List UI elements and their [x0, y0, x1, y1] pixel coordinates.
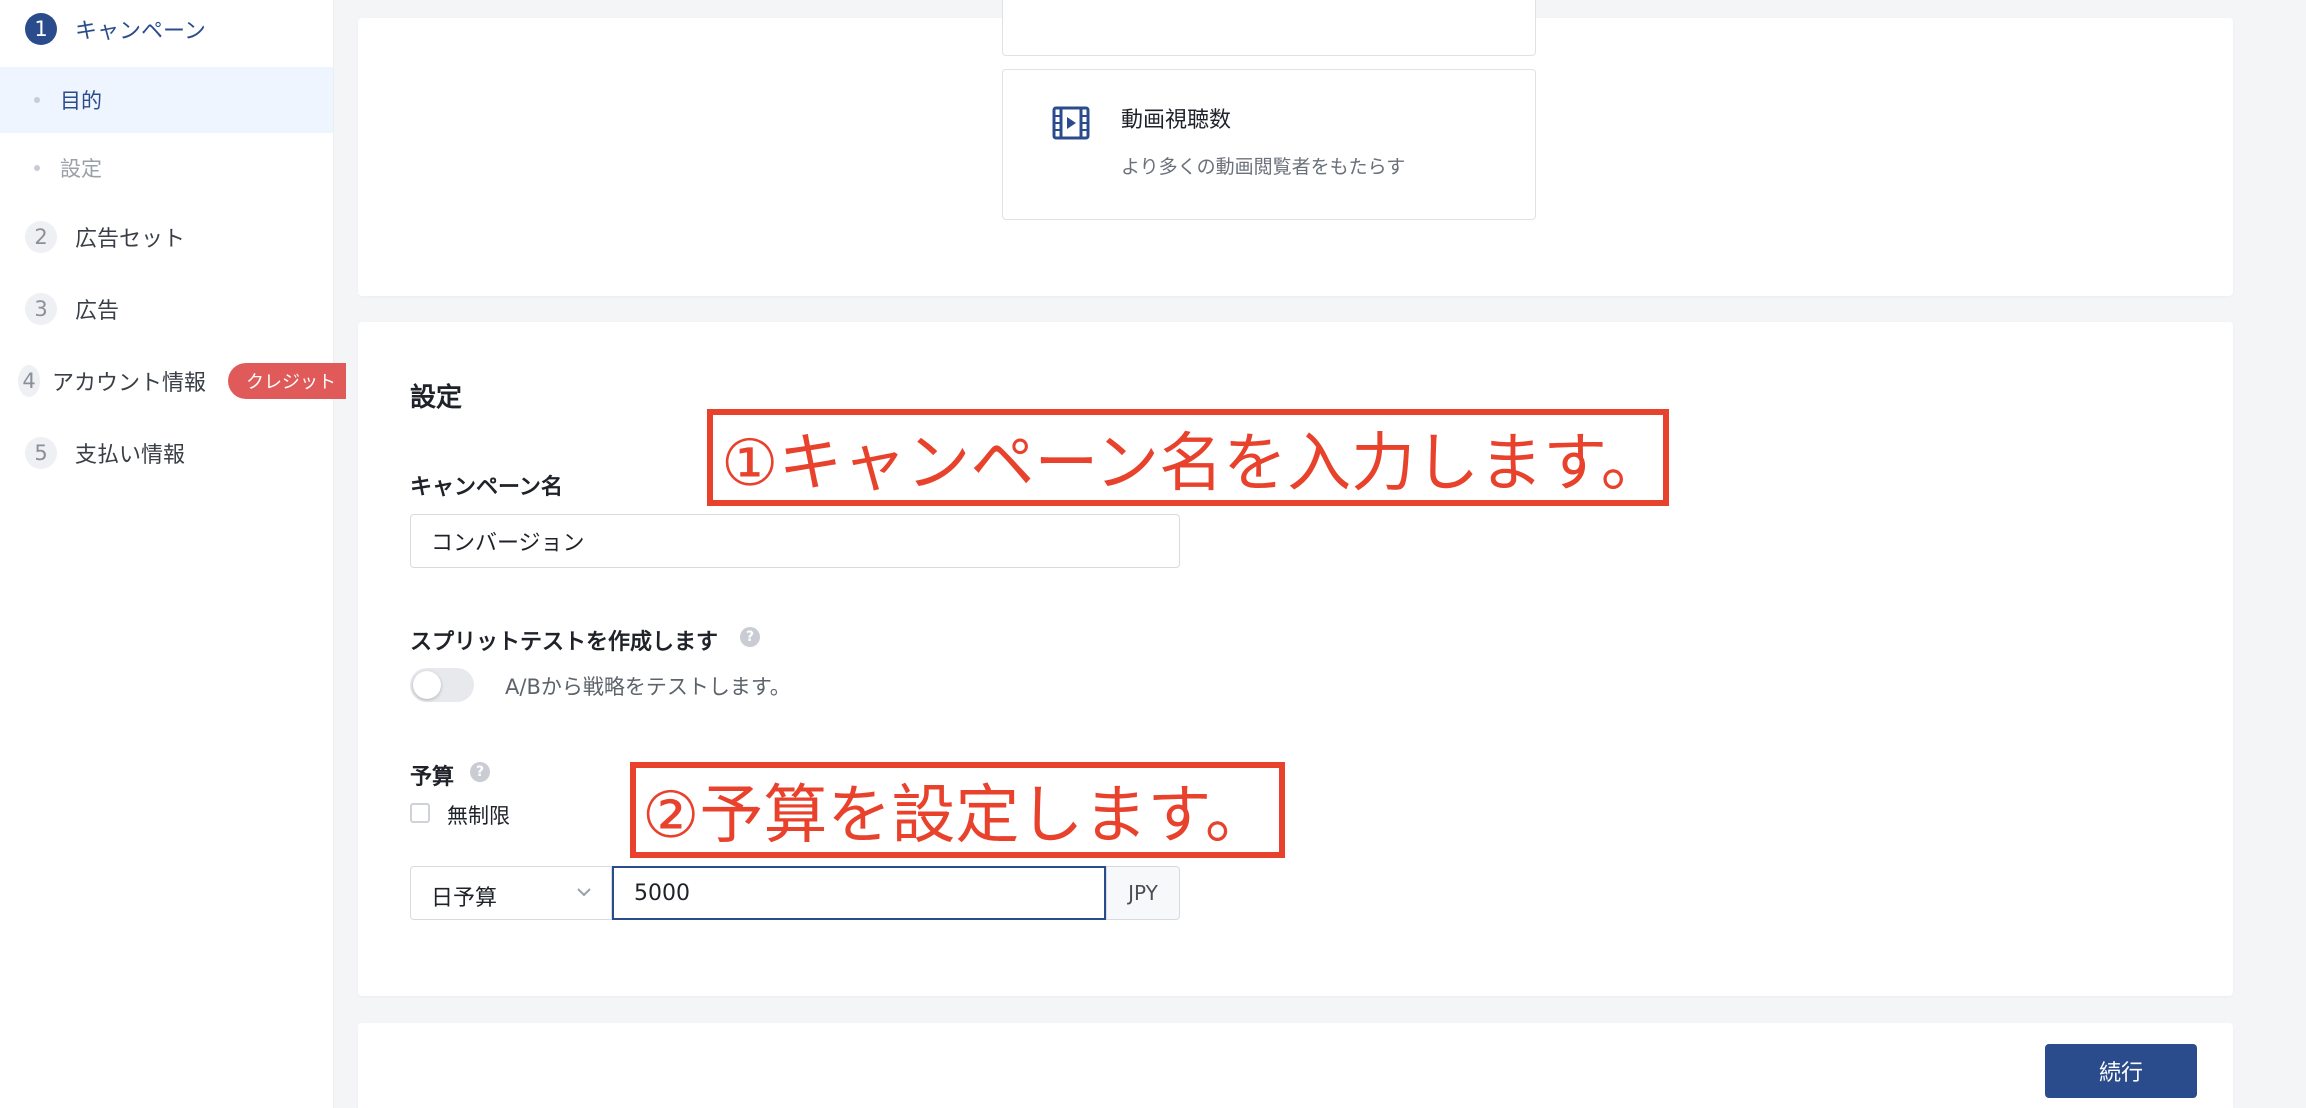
option-title: 動画視聴数 — [1121, 108, 1232, 133]
help-icon[interactable]: ? — [740, 627, 760, 647]
footer-card — [358, 1023, 2233, 1108]
video-icon — [1052, 104, 1090, 142]
option-description: より多くの動画閲覧者をもたらす — [1121, 156, 1406, 178]
unlimited-label: 無制限 — [447, 804, 510, 828]
sidebar: 1 キャンペーン 目的 設定 2 広告セット 3 広告 4 アカウント情報 クレ… — [0, 0, 346, 1108]
section-title: 設定 — [410, 383, 463, 413]
annotation-step1: ①キャンペーン名を入力します。 — [707, 409, 1669, 506]
objective-option-video-views[interactable]: 動画視聴数 より多くの動画閲覧者をもたらす — [1002, 69, 1536, 220]
budget-type-select[interactable]: 日予算 — [410, 866, 612, 920]
step-label: 支払い情報 — [75, 443, 186, 468]
sidebar-item-label: 目的 — [60, 89, 102, 113]
step-account-info[interactable]: 4 アカウント情報 — [18, 365, 206, 397]
step-ad-set[interactable]: 2 広告セット — [25, 221, 185, 253]
step-campaign[interactable]: 1 キャンペーン — [25, 13, 206, 45]
sidebar-item-objective[interactable]: 目的 — [0, 67, 333, 133]
step-number: 4 — [18, 365, 40, 397]
toggle-knob — [413, 671, 441, 699]
step-label: 広告セット — [75, 227, 186, 252]
campaign-name-label: キャンペーン名 — [410, 475, 563, 500]
step-number: 2 — [25, 221, 57, 253]
chevron-down-icon — [575, 883, 593, 905]
continue-button[interactable]: 続行 — [2045, 1044, 2197, 1098]
credit-badge: クレジット — [228, 363, 346, 399]
step-number: 3 — [25, 293, 57, 325]
step-label: アカウント情報 — [52, 371, 207, 396]
budget-amount-input[interactable] — [612, 866, 1106, 920]
step-label: 広告 — [75, 299, 120, 324]
split-test-description: A/Bから戦略をテストします。 — [505, 675, 791, 699]
objective-option-partial[interactable] — [1002, 0, 1536, 56]
step-ad[interactable]: 3 広告 — [25, 293, 119, 325]
step-payment-info[interactable]: 5 支払い情報 — [25, 437, 185, 469]
campaign-name-input[interactable] — [410, 514, 1180, 568]
help-icon[interactable]: ? — [470, 762, 490, 782]
budget-label: 予算 — [410, 765, 455, 790]
currency-addon: JPY — [1106, 866, 1180, 920]
step-label: キャンペーン — [75, 19, 206, 44]
budget-type-value: 日予算 — [431, 886, 498, 911]
split-test-label: スプリットテストを作成します — [410, 630, 719, 655]
step-number: 5 — [25, 437, 57, 469]
sidebar-item-settings[interactable]: 設定 — [0, 135, 333, 201]
sidebar-item-label: 設定 — [60, 157, 102, 181]
step-number: 1 — [25, 13, 57, 45]
split-test-toggle[interactable] — [410, 668, 474, 702]
bullet-dot — [34, 165, 40, 171]
annotation-step2: ②予算を設定します。 — [630, 762, 1285, 858]
bullet-dot — [34, 97, 40, 103]
unlimited-checkbox[interactable] — [410, 803, 430, 823]
